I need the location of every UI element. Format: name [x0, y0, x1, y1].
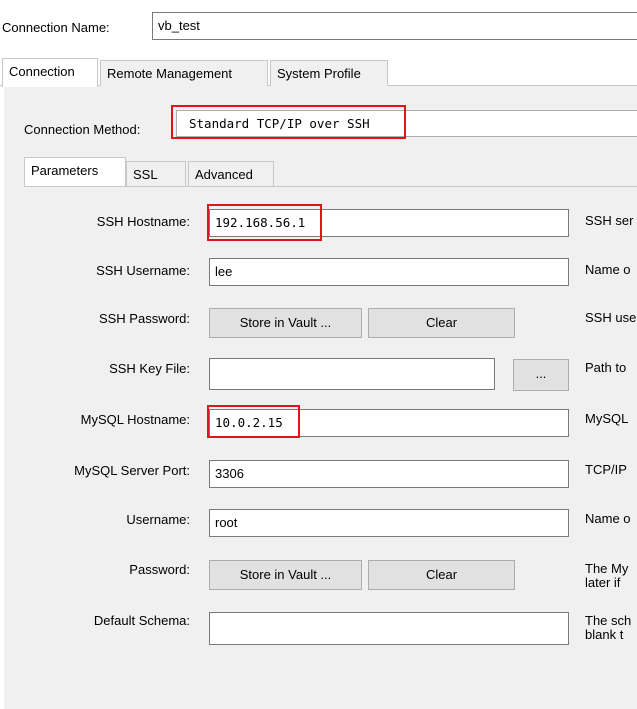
connection-name-label: Connection Name:	[2, 20, 110, 35]
ssh-hostname-value: 192.168.56.1	[215, 215, 306, 230]
ssh-key-file-browse-button[interactable]: ...	[513, 359, 569, 391]
ssh-password-store-button[interactable]: Store in Vault ...	[209, 308, 362, 338]
connection-method-select[interactable]: Standard TCP/IP over SSH	[176, 110, 637, 137]
password-clear-button[interactable]: Clear	[368, 560, 515, 590]
mysql-hostname-help: MySQL	[585, 411, 629, 426]
password-help-line2: later if	[585, 575, 621, 590]
ssh-password-help: SSH use	[585, 310, 637, 325]
default-schema-input[interactable]	[209, 612, 569, 645]
ssh-hostname-input[interactable]: 192.168.56.1	[209, 209, 569, 237]
connection-method-label: Connection Method:	[24, 122, 141, 137]
tab-remote-management[interactable]: Remote Management	[100, 60, 268, 86]
ssh-hostname-help: SSH ser	[585, 213, 634, 228]
default-schema-label: Default Schema:	[93, 613, 190, 628]
ssh-username-label: SSH Username:	[96, 263, 190, 278]
username-input[interactable]: root	[209, 509, 569, 537]
connection-name-input[interactable]: vb_test	[152, 12, 637, 40]
tab-parameters[interactable]: Parameters	[24, 157, 126, 186]
ssh-username-input[interactable]: lee	[209, 258, 569, 286]
ssh-key-file-input[interactable]	[209, 358, 495, 390]
default-schema-help-line1: The sch	[585, 613, 632, 628]
mysql-hostname-label: MySQL Hostname:	[80, 412, 190, 427]
ssh-password-clear-button[interactable]: Clear	[368, 308, 515, 338]
ssh-username-help: Name o	[585, 262, 631, 277]
default-schema-help-line2: blank t	[585, 627, 624, 642]
password-help-line1: The My	[585, 561, 629, 576]
password-store-button[interactable]: Store in Vault ...	[209, 560, 362, 590]
ssh-password-label: SSH Password:	[98, 311, 190, 326]
username-help: Name o	[585, 511, 631, 526]
ssh-key-file-help: Path to	[585, 360, 627, 375]
connection-method-value: Standard TCP/IP over SSH	[189, 116, 370, 131]
tab-connection[interactable]: Connection	[2, 58, 98, 87]
mysql-port-label: MySQL Server Port:	[74, 463, 190, 478]
tab-system-profile[interactable]: System Profile	[270, 60, 388, 86]
mysql-hostname-input[interactable]: 10.0.2.15	[209, 409, 569, 437]
tab-ssl[interactable]: SSL	[126, 161, 186, 187]
ssh-key-file-label: SSH Key File:	[109, 361, 190, 376]
ssh-hostname-label: SSH Hostname:	[96, 214, 190, 229]
tab-advanced[interactable]: Advanced	[188, 161, 274, 187]
password-label: Password:	[129, 562, 190, 577]
mysql-port-help: TCP/IP	[585, 462, 627, 477]
mysql-port-input[interactable]: 3306	[209, 460, 569, 488]
panel-left-edge	[0, 86, 4, 709]
mysql-hostname-value: 10.0.2.15	[215, 415, 283, 430]
username-label: Username:	[126, 512, 190, 527]
